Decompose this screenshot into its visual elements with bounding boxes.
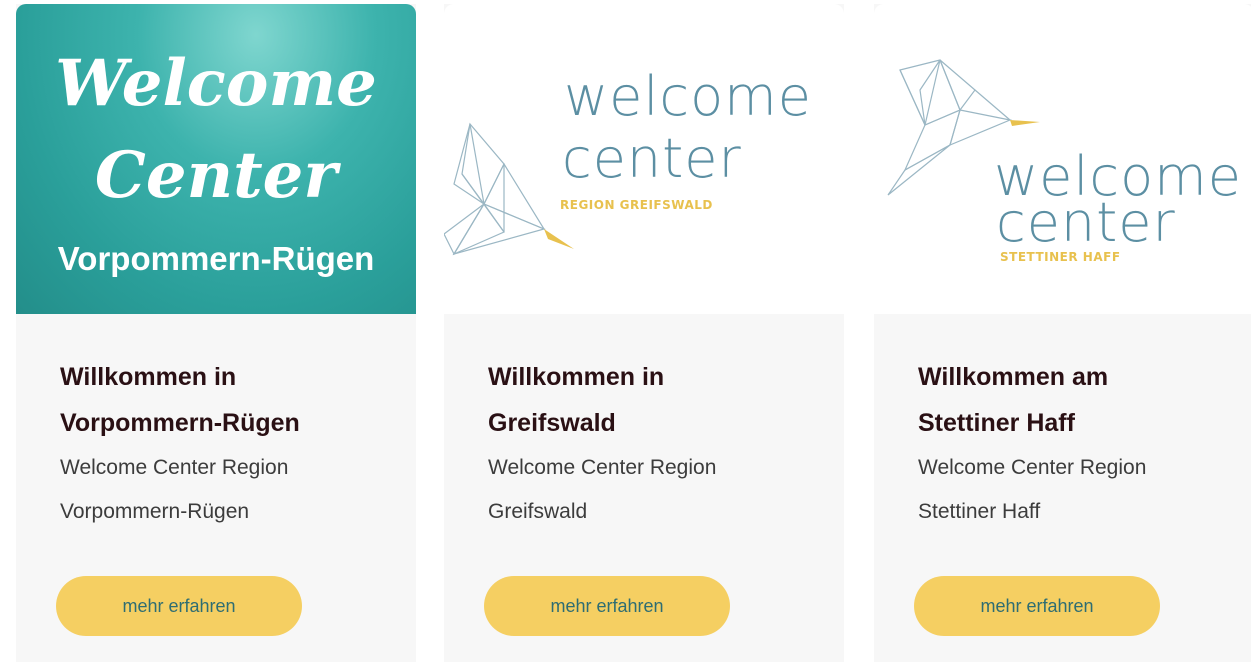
card-title-line1: Willkommen in — [60, 363, 237, 391]
logo-word-center: Center — [94, 138, 338, 213]
card-stettiner-haff: welcome center STETTINER HAFF Willkommen… — [874, 4, 1251, 662]
logo-word-welcome: Welcome — [55, 46, 377, 121]
card-title-line1: Willkommen in — [488, 363, 665, 391]
card-title[interactable]: Willkommen in Greifswald — [488, 354, 808, 446]
card-subtitle-line2: Stettiner Haff — [918, 500, 1041, 523]
card-subtitle-line1: Welcome Center Region — [488, 456, 717, 479]
logo-word-center: center — [996, 191, 1176, 254]
card-title-line2: Stettiner Haff — [918, 409, 1075, 437]
welcome-center-greifswald-logo[interactable]: welcome center REGION GREIFSWALD — [444, 4, 844, 314]
logo-region: STETTINER HAFF — [1000, 250, 1121, 264]
card-greifswald: welcome center REGION GREIFSWALD Willkom… — [444, 4, 844, 662]
card-subtitle: Welcome Center Region Stettiner Haff — [918, 446, 1238, 534]
card-title-line2: Greifswald — [488, 409, 616, 437]
mehr-erfahren-button[interactable]: mehr erfahren — [914, 576, 1160, 636]
logo-word-center: center — [562, 127, 742, 190]
mehr-erfahren-button[interactable]: mehr erfahren — [56, 576, 302, 636]
card-subtitle: Welcome Center Region Greifswald — [488, 446, 808, 534]
card-subtitle-line2: Vorpommern-Rügen — [60, 500, 250, 523]
card-title[interactable]: Willkommen am Stettiner Haff — [918, 354, 1238, 446]
welcome-center-vr-logo[interactable]: Welcome Center Vorpommern-Rügen — [16, 4, 416, 314]
welcome-center-stettiner-haff-logo[interactable]: welcome center STETTINER HAFF — [874, 4, 1251, 314]
card-subtitle-line1: Welcome Center Region — [60, 456, 289, 479]
mehr-erfahren-button[interactable]: mehr erfahren — [484, 576, 730, 636]
card-vorpommern-ruegen: Welcome Center Vorpommern-Rügen Willkomm… — [16, 4, 416, 662]
card-subtitle: Welcome Center Region Vorpommern-Rügen — [60, 446, 380, 534]
card-title-line2: Vorpommern-Rügen — [60, 409, 300, 437]
card-title-line1: Willkommen am — [918, 363, 1109, 391]
logo-region: Vorpommern-Rügen — [57, 240, 375, 277]
logo-region: REGION GREIFSWALD — [560, 198, 713, 212]
card-subtitle-line1: Welcome Center Region — [918, 456, 1147, 479]
logo-word-welcome: welcome — [564, 65, 812, 128]
card-title[interactable]: Willkommen in Vorpommern-Rügen — [60, 354, 380, 446]
card-subtitle-line2: Greifswald — [488, 500, 588, 523]
